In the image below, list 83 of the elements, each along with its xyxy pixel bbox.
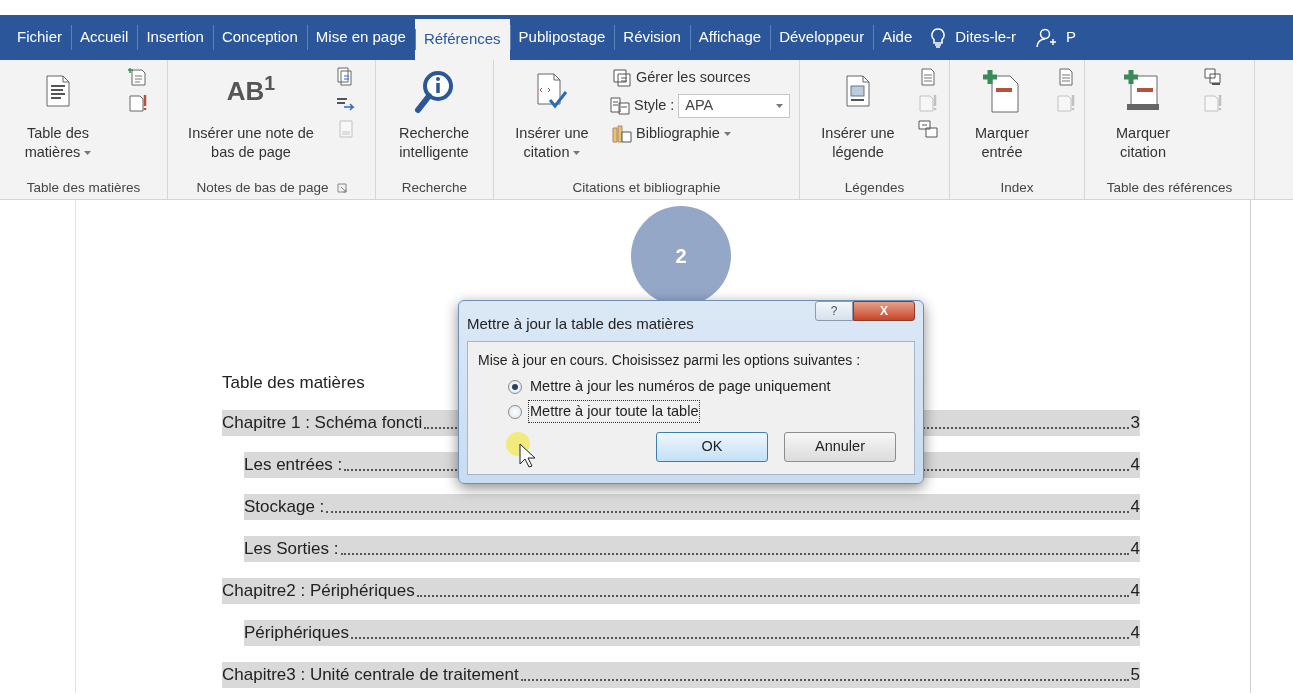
caret-icon (723, 131, 731, 136)
toc-page-number: 4 (1130, 579, 1140, 602)
page-exclamation-icon (1056, 93, 1076, 113)
cancel-button[interactable]: Annuler (784, 432, 896, 463)
ribbon-tab[interactable]: Développeur (770, 15, 874, 60)
group-label: Index (1000, 178, 1034, 197)
radio-label[interactable]: Mettre à jour toute la table (528, 399, 701, 424)
toc-entry-title[interactable]: Chapitre2 : Périphériques (222, 577, 415, 604)
launcher-icon (336, 183, 347, 193)
smart-lookup-button[interactable]: Recherche intelligente (382, 66, 486, 162)
ribbon-tab[interactable]: Mise en page (306, 15, 415, 60)
ribbon-icon-button[interactable] (916, 118, 940, 140)
ribbon-tab[interactable]: Insertion (137, 15, 213, 60)
dialog-title: Mettre à jour la table des matières (467, 314, 694, 334)
group-label: Recherche (401, 178, 468, 197)
ribbon-tab[interactable]: Affichage (689, 15, 771, 60)
magnifier-info-icon (414, 70, 454, 114)
group-label: Table des matières (26, 178, 141, 197)
share-button[interactable]: P (1026, 15, 1087, 60)
toc-page-number: 5 (1130, 663, 1140, 686)
page-plus-icon (128, 67, 148, 87)
page-stack-icon (1203, 67, 1223, 87)
help-button[interactable]: ? (815, 301, 853, 321)
radio-label[interactable]: Mettre à jour les numéros de page uniquement (528, 374, 833, 399)
radio-button[interactable] (508, 379, 522, 394)
ab-superscript-icon: AB$^{1}$ (226, 75, 276, 109)
page-lines-icon (918, 67, 938, 87)
document-plus-minus-icon (982, 70, 1022, 114)
toc-entry-title[interactable]: Chapitre 1 : Schéma foncti (222, 409, 423, 436)
group-label: Table des références (1106, 178, 1233, 197)
ribbon-button[interactable]: Marquer entrée (956, 66, 1048, 162)
page-lines-icon (336, 119, 356, 139)
page-exclamation-icon (1203, 93, 1223, 113)
ribbon-tab[interactable]: Références (414, 19, 510, 60)
style-label: Style : (610, 94, 675, 117)
document-list-icon (43, 74, 73, 110)
toc-entry-title[interactable]: Les entrées : (244, 451, 343, 478)
toc-page-number: 4 (1130, 453, 1140, 476)
style-dropdown[interactable]: APA (678, 93, 791, 118)
toc-entry-title[interactable]: Stockage : (244, 493, 325, 520)
ribbon-tab[interactable]: Aide (873, 15, 922, 60)
document-heading: Table des matières (222, 372, 365, 394)
tell-me-search[interactable]: Dites-le-r (921, 15, 1027, 60)
ribbon-button[interactable]: Insérer une légende (806, 66, 910, 162)
ribbon-button[interactable]: Gérer les sources (610, 66, 791, 90)
toc-page-number: 4 (1130, 537, 1140, 560)
caret-icon (776, 103, 784, 108)
group-label: Notes de bas de page (196, 178, 329, 197)
group-label: Citations et bibliographie (572, 178, 721, 197)
ribbon-button[interactable]: Bibliographie (610, 121, 791, 146)
toc-entry-title[interactable]: Chapitre3 : Unité centrale de traitement (222, 661, 519, 688)
dialog-message: Mise à jour en cours. Choisissez parmi les options suivantes : (478, 352, 862, 369)
columns-page-icon (610, 95, 630, 116)
toc-entry-title[interactable]: Les Sorties : (244, 535, 339, 562)
page-exclamation-icon (128, 93, 148, 113)
toc-page-number: 3 (1130, 411, 1140, 434)
ribbon-tab[interactable]: Publipostage (509, 15, 615, 60)
book-page-icon (612, 123, 632, 144)
ribbon-tab[interactable]: Conception (212, 15, 307, 60)
ribbon-button[interactable]: AB$^{1}$ Insérer une note de bas de page (174, 66, 328, 162)
caret-icon (84, 151, 92, 155)
dialog-launcher[interactable] (336, 183, 347, 193)
linked-boxes-icon (918, 119, 938, 139)
toc-page-number: 4 (1130, 621, 1140, 644)
toc-page-number: 4 (1130, 495, 1140, 518)
ribbon-tab[interactable]: Fichier (8, 15, 71, 60)
page-lines-icon (1056, 67, 1076, 87)
lightbulb-icon (931, 27, 946, 48)
ribbon-button[interactable]: Table des matières (6, 66, 110, 162)
toc-entry-title[interactable]: Périphériques (244, 619, 349, 646)
ribbon-button[interactable]: Insérer une citation (500, 66, 604, 162)
caret-icon (573, 151, 581, 155)
ok-button[interactable]: OK (656, 432, 768, 463)
mouse-pointer-icon (506, 432, 538, 468)
radio-button[interactable] (508, 404, 522, 419)
ribbon-tab[interactable]: Révision (614, 15, 690, 60)
person-icon (1036, 27, 1057, 48)
page-stack-icon (612, 67, 632, 88)
ribbon-tab[interactable]: Accueil (71, 15, 138, 60)
ribbon-button[interactable]: Marquer citation (1091, 66, 1195, 162)
document-picture-icon (843, 74, 873, 110)
page-exclamation-icon (918, 93, 938, 113)
group-label: Légendes (844, 178, 905, 197)
